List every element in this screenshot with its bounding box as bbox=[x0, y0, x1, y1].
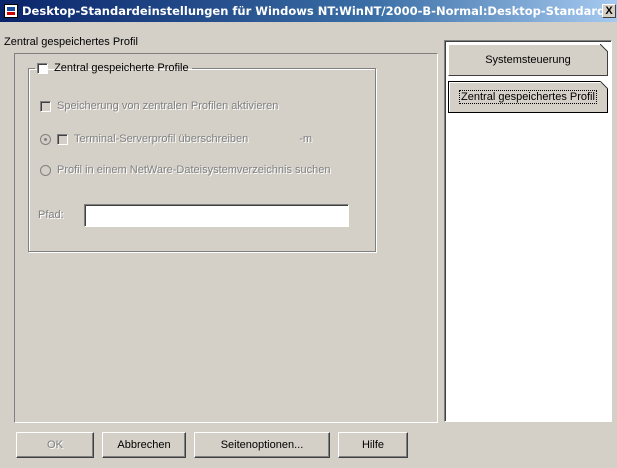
side-item-label: Systemsteuerung bbox=[485, 54, 571, 66]
terminal-suffix: -m bbox=[299, 133, 313, 145]
netware-label: Profil in einem NetWare-Dateisystemverze… bbox=[57, 164, 331, 176]
path-input[interactable] bbox=[84, 204, 349, 227]
central-profiles-checkbox[interactable] bbox=[37, 62, 48, 74]
terminal-override-option: Terminal-Serverprofil überschreiben -m bbox=[40, 133, 312, 145]
path-label: Pfad: bbox=[38, 209, 64, 221]
pane-label: Zentral gespeichertes Profil bbox=[4, 36, 138, 48]
enable-storage-checkbox bbox=[40, 100, 51, 112]
group-legend[interactable]: Zentral gespeicherte Profile bbox=[35, 62, 192, 74]
enable-storage-option: Speicherung von zentralen Profilen aktiv… bbox=[40, 100, 278, 112]
title-bar: Desktop-Standardeinstellungen für Window… bbox=[0, 0, 617, 22]
side-panel: Systemsteuerung Zentral gespeichertes Pr… bbox=[444, 40, 612, 422]
app-icon bbox=[4, 4, 18, 18]
window-title: Desktop-Standardeinstellungen für Window… bbox=[22, 4, 602, 18]
side-item-central-profile[interactable]: Zentral gespeichertes Profil bbox=[448, 81, 608, 113]
side-item-systemsteuerung[interactable]: Systemsteuerung bbox=[448, 44, 608, 76]
enable-storage-label: Speicherung von zentralen Profilen aktiv… bbox=[57, 100, 279, 112]
terminal-override-checkbox bbox=[57, 133, 68, 145]
terminal-override-radio bbox=[40, 133, 51, 145]
central-profiles-label: Zentral gespeicherte Profile bbox=[54, 62, 189, 74]
help-button[interactable]: Hilfe bbox=[338, 432, 408, 458]
side-item-label: Zentral gespeichertes Profil bbox=[459, 90, 597, 104]
netware-radio bbox=[40, 164, 51, 176]
ok-button[interactable]: OK bbox=[16, 432, 94, 458]
close-icon[interactable]: X bbox=[602, 4, 616, 18]
netware-option: Profil in einem NetWare-Dateisystemverze… bbox=[40, 164, 330, 176]
page-options-button[interactable]: Seitenoptionen... bbox=[194, 432, 330, 458]
terminal-override-label: Terminal-Serverprofil überschreiben bbox=[74, 133, 249, 145]
cancel-button[interactable]: Abbrechen bbox=[102, 432, 186, 458]
